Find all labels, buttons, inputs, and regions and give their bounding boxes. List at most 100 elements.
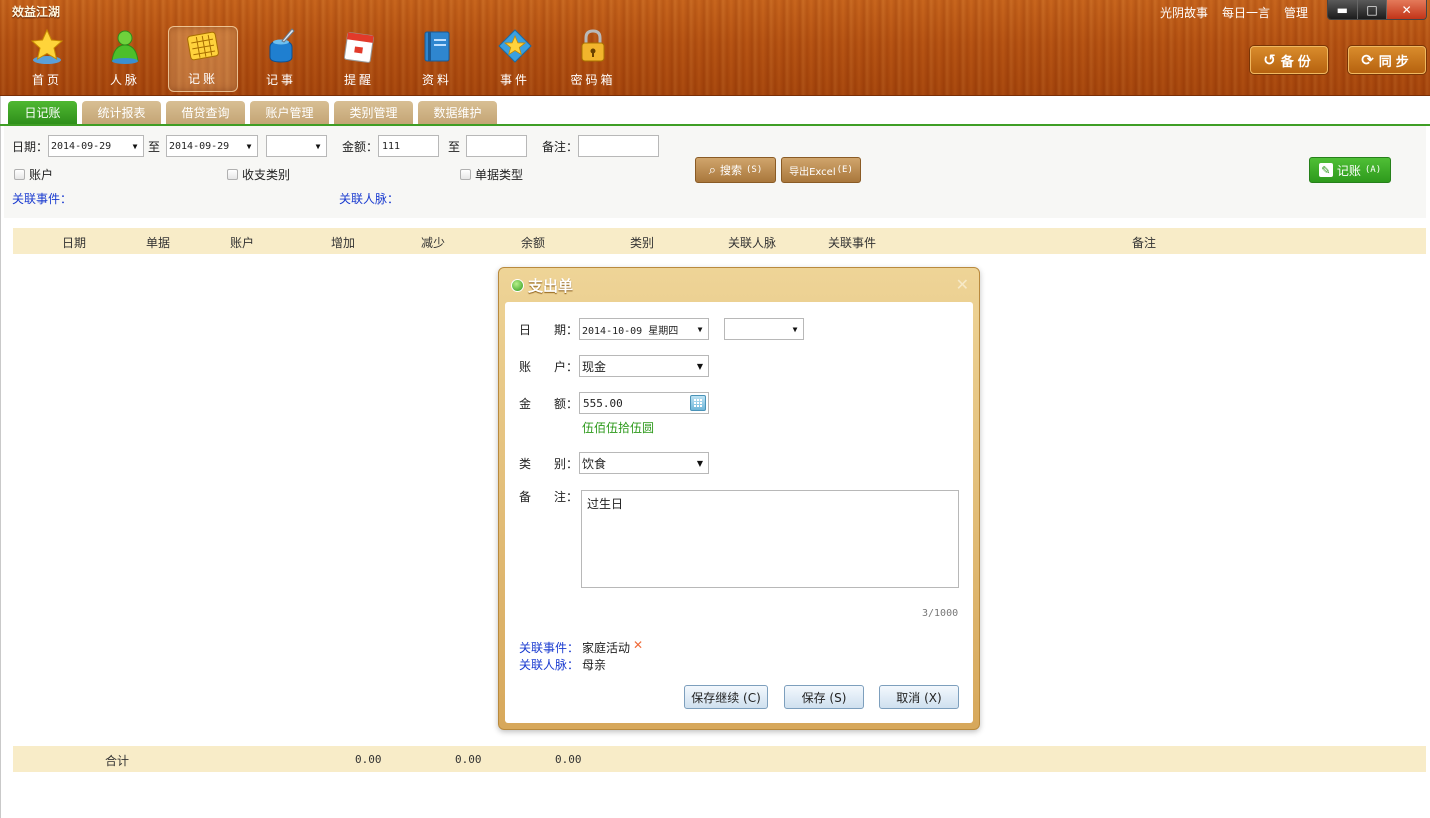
account-label-char1: 账 [519,360,532,374]
chevron-down-icon: ▼ [692,319,708,339]
nav-reminder[interactable]: 提醒 [320,26,398,92]
search-button-key: (S) [746,165,763,175]
col-date[interactable]: 日期 [62,234,86,251]
save-button[interactable]: 保存 (S) [784,685,864,709]
dialog-note-textarea[interactable]: 过生日 [581,490,959,588]
top-link-manage[interactable]: 管理 [1284,4,1308,21]
sync-button[interactable]: ⟳ 同步 [1348,46,1426,74]
contacts-icon [106,27,144,65]
dialog-related-event-label[interactable]: 关联事件： [519,639,579,656]
category-checkbox[interactable]: 收支类别 [227,166,290,183]
close-window-button[interactable]: ✕ [1387,0,1426,19]
dialog-category-select[interactable]: 饮食 ▼ [579,452,709,474]
window-left-border [0,96,1,818]
date-to-label: 至 [148,140,161,154]
chevron-down-icon: ▼ [787,319,803,339]
remove-event-icon[interactable]: ✕ [633,638,643,652]
col-related-contact[interactable]: 关联人脉 [728,234,776,251]
cancel-button[interactable]: 取消 (X) [879,685,959,709]
related-event-link[interactable]: 关联事件： [12,190,72,207]
related-contact-link[interactable]: 关联人脉： [339,190,399,207]
nav-home[interactable]: 首页 [8,26,86,92]
col-related-event[interactable]: 关联事件 [828,234,876,251]
search-button-label: 搜索 [720,164,742,177]
save-continue-button[interactable]: 保存继续 (C) [684,685,768,709]
record-button[interactable]: ✎ 记账 (A) [1309,157,1391,183]
nav-home-label: 首页 [31,73,62,87]
amount-label: 金额： [342,140,379,154]
total-decrease: 0.00 [455,753,482,766]
nav-reminder-label: 提醒 [343,73,374,87]
top-link-daily-quote[interactable]: 每日一言 [1222,4,1270,21]
amount-to-input[interactable] [466,135,527,157]
category-label-char1: 类 [519,457,532,471]
export-button-key: (E) [836,165,853,175]
checkbox-box [227,169,238,180]
top-link-story[interactable]: 光阴故事 [1160,4,1208,21]
date-label-char1: 日 [519,323,532,337]
dialog-related-contact-label[interactable]: 关联人脉： [519,656,579,673]
account-checkbox-label: 账户 [29,168,54,182]
maximize-button[interactable]: □ [1357,0,1388,19]
calculator-icon[interactable] [690,395,706,411]
total-balance: 0.00 [555,753,582,766]
nav-contacts-label: 人脉 [109,73,140,87]
nav-password-box[interactable]: 密码箱 [554,26,632,92]
record-button-key: (A) [1364,165,1382,175]
window-controls: ▬ □ ✕ [1327,0,1427,20]
date-from-select[interactable]: 2014-09-29 ▼ [48,135,144,157]
amount-in-chinese: 伍佰伍拾伍圆 [582,421,655,435]
note-label-char1: 备 [519,490,532,504]
sync-icon: ⟳ [1361,51,1374,69]
minimize-button[interactable]: ▬ [1328,0,1358,19]
dialog-related-contact-value: 母亲 [582,658,607,672]
nav-events[interactable]: 事件 [476,26,554,92]
note-filter-input[interactable] [578,135,659,157]
col-category[interactable]: 类别 [630,234,654,251]
search-button[interactable]: ⌕ 搜索 (S) [695,157,776,183]
tab-loan-query[interactable]: 借贷查询 [166,101,245,124]
export-excel-button[interactable]: 导出Excel (E) [781,157,861,183]
lock-icon [574,27,612,65]
nav-contacts[interactable]: 人脉 [86,26,164,92]
dialog-close-button[interactable]: ✕ [956,275,969,294]
tab-statistics[interactable]: 统计报表 [82,101,161,124]
tab-daily-ledger[interactable]: 日记账 [8,101,77,124]
account-checkbox[interactable]: 账户 [14,166,53,183]
col-decrease[interactable]: 减少 [421,234,445,251]
dialog-body: 日 期： 2014-10-09 星期四 ▼ ▼ 账 户： 现金 ▼ 金 额： 5… [505,302,973,723]
category-checkbox-label: 收支类别 [242,168,291,182]
col-increase[interactable]: 增加 [331,234,355,251]
dialog-account-select[interactable]: 现金 ▼ [579,355,709,377]
col-note[interactable]: 备注 [1132,234,1156,251]
ink-pen-icon [262,27,300,65]
nav-notes[interactable]: 记事 [242,26,320,92]
nav-documents[interactable]: 资料 [398,26,476,92]
dialog-related-event-value: 家庭活动 [582,641,631,655]
chevron-down-icon: ▼ [310,136,326,156]
nav-ledger[interactable]: 记账 [168,26,238,92]
col-account[interactable]: 账户 [230,234,254,251]
col-balance[interactable]: 余额 [521,234,545,251]
tab-bar: 日记账 统计报表 借贷查询 账户管理 类别管理 数据维护 [8,101,497,124]
tab-data-maintenance[interactable]: 数据维护 [418,101,497,124]
col-document[interactable]: 单据 [146,234,170,251]
chevron-down-icon: ▼ [241,136,257,156]
doctype-checkbox[interactable]: 单据类型 [460,166,523,183]
dialog-date-select[interactable]: 2014-10-09 星期四 ▼ [579,318,709,340]
date-label-char2: 期： [554,323,579,337]
amount-from-input[interactable]: 111 [378,135,439,157]
chevron-down-icon: ▼ [692,453,708,473]
backup-label: 备份 [1280,54,1315,70]
nav-events-label: 事件 [499,73,530,87]
dialog-amount-input[interactable]: 555.00 [579,392,709,414]
backup-button[interactable]: ↺ 备份 [1250,46,1328,74]
tab-category-manage[interactable]: 类别管理 [334,101,413,124]
checkbox-box [460,169,471,180]
note-label: 备注： [542,140,579,154]
tab-account-manage[interactable]: 账户管理 [250,101,329,124]
date-range-select[interactable]: ▼ [266,135,327,157]
doctype-checkbox-label: 单据类型 [475,168,524,182]
dialog-time-select[interactable]: ▼ [724,318,804,340]
date-to-select[interactable]: 2014-09-29 ▼ [166,135,258,157]
